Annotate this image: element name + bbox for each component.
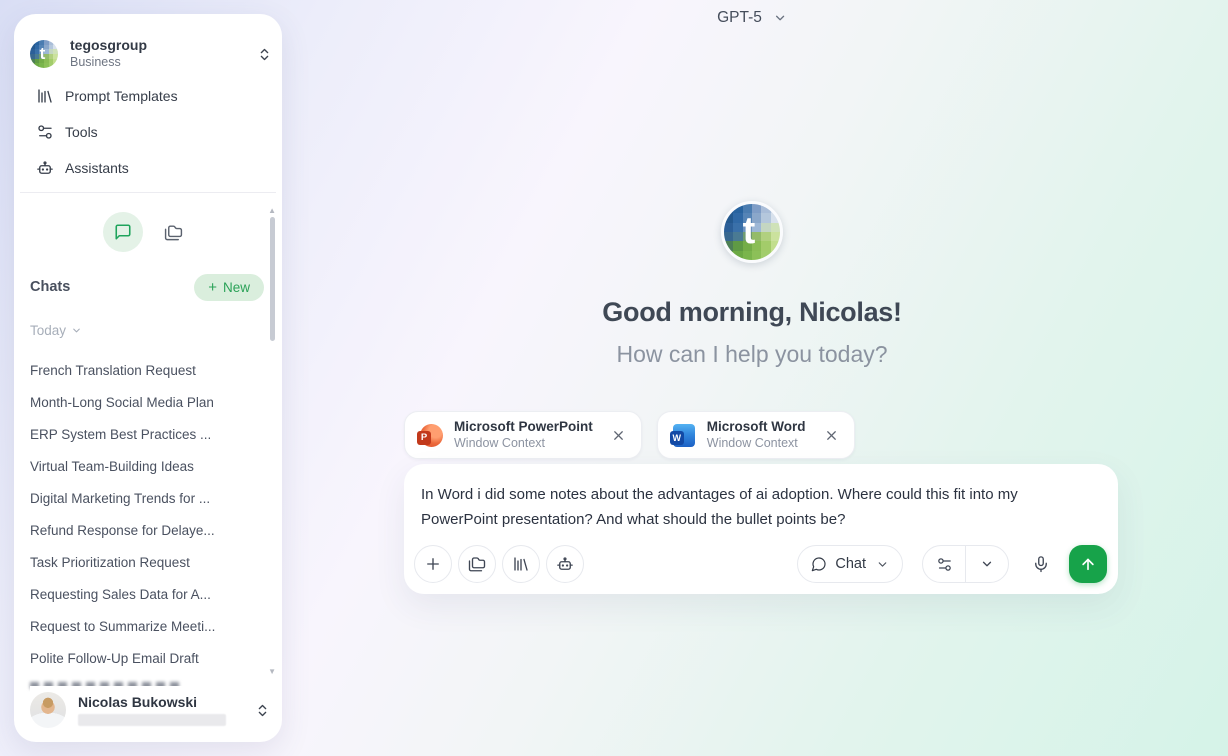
close-icon[interactable]: [609, 425, 629, 445]
chevrons-up-down-icon[interactable]: [257, 47, 272, 62]
options-dropdown-button[interactable]: [966, 546, 1008, 582]
context-chips: P Microsoft PowerPoint Window Context W …: [404, 411, 855, 459]
word-icon: W: [670, 422, 697, 449]
plus-icon: +: [208, 280, 217, 295]
sidebar-divider: [20, 192, 276, 193]
sidebar-item-assistants[interactable]: Assistants: [30, 150, 270, 186]
main-area: GPT-5 t Good morning, Nicolas! How can I…: [276, 0, 1228, 756]
chat-list: French Translation RequestMonth-Long Soc…: [30, 354, 270, 674]
chevron-down-icon: [71, 325, 82, 336]
context-chip-powerpoint[interactable]: P Microsoft PowerPoint Window Context: [404, 411, 642, 459]
view-toggle: [103, 212, 189, 252]
chevron-down-icon: [980, 557, 994, 571]
robot-icon: [36, 159, 54, 177]
sidebar: t tegosgroup Business Prompt Templates: [14, 14, 282, 742]
chat-list-item[interactable]: Polite Follow-Up Email Draft: [30, 642, 270, 674]
send-button[interactable]: [1069, 545, 1107, 583]
plus-icon: [424, 555, 442, 573]
assistants-button[interactable]: [546, 545, 584, 583]
greeting-subtitle: How can I help you today?: [276, 341, 1228, 368]
mode-label: Chat: [835, 556, 866, 572]
robot-icon: [556, 555, 574, 573]
microphone-icon: [1032, 555, 1050, 573]
mode-selector[interactable]: Chat: [797, 545, 903, 583]
arrow-up-icon: [1079, 555, 1097, 573]
chats-title: Chats: [30, 279, 70, 295]
chip-subtitle: Window Context: [454, 436, 593, 451]
chat-list-item[interactable]: Refund Response for Delaye...: [30, 514, 270, 546]
chat-bubble-icon: [811, 556, 827, 572]
folders-button[interactable]: [458, 545, 496, 583]
workspace-logo: t: [30, 40, 58, 68]
chat-list-item[interactable]: Virtual Team-Building Ideas: [30, 450, 270, 482]
profile-email-redacted: [78, 714, 226, 726]
sidebar-item-tools[interactable]: Tools: [30, 114, 270, 150]
logo-letter: t: [30, 40, 58, 68]
sliders-icon: [936, 556, 953, 573]
folders-icon: [164, 223, 183, 242]
scroll-up-arrow[interactable]: ▲: [268, 206, 276, 215]
brand-logo: t: [721, 201, 783, 263]
chat-list-item[interactable]: French Translation Request: [30, 354, 270, 386]
new-chat-button[interactable]: + New: [194, 274, 264, 301]
chat-list-item[interactable]: ERP System Best Practices ...: [30, 418, 270, 450]
chevrons-up-down-icon[interactable]: [255, 703, 270, 718]
chevron-down-icon: [773, 11, 787, 25]
sliders-icon: [36, 123, 54, 141]
profile-row[interactable]: Nicolas Bukowski: [30, 686, 270, 734]
chat-list-item[interactable]: Requesting Sales Data for A...: [30, 578, 270, 610]
model-name: GPT-5: [717, 9, 762, 27]
chat-list-item[interactable]: Digital Marketing Trends for ...: [30, 482, 270, 514]
sidebar-item-label: Prompt Templates: [65, 88, 178, 104]
prompt-templates-button[interactable]: [502, 545, 540, 583]
sidebar-menu: Prompt Templates Tools Assistants: [30, 78, 270, 186]
context-chip-word[interactable]: W Microsoft Word Window Context: [657, 411, 855, 459]
library-icon: [512, 555, 530, 573]
greeting-title: Good morning, Nicolas!: [276, 297, 1228, 328]
chat-bubble-icon: [114, 223, 132, 241]
model-selector[interactable]: GPT-5: [717, 9, 787, 27]
composer: In Word i did some notes about the advan…: [404, 464, 1118, 594]
sidebar-item-label: Assistants: [65, 160, 129, 176]
chip-title: Microsoft PowerPoint: [454, 419, 593, 435]
app-background: t tegosgroup Business Prompt Templates: [0, 0, 1228, 756]
sidebar-item-label: Tools: [65, 124, 98, 140]
composer-toolbar: Chat: [414, 545, 1107, 583]
chat-list-item[interactable]: Month-Long Social Media Plan: [30, 386, 270, 418]
workspace-plan: Business: [70, 55, 147, 71]
folders-view-button[interactable]: [157, 212, 189, 252]
library-icon: [36, 87, 54, 105]
settings-sliders-button[interactable]: [923, 546, 965, 582]
chats-view-button[interactable]: [103, 212, 143, 252]
chat-group-today[interactable]: Today: [30, 323, 82, 338]
workspace-name: tegosgroup: [70, 37, 147, 55]
logo-letter: t: [724, 204, 780, 260]
chats-header: Chats + New: [30, 273, 264, 301]
workspace-switcher[interactable]: t tegosgroup Business: [30, 32, 272, 76]
sidebar-scrollbar[interactable]: [270, 217, 275, 341]
chat-list-item[interactable]: Task Prioritization Request: [30, 546, 270, 578]
powerpoint-icon: P: [417, 422, 444, 449]
attach-button[interactable]: [414, 545, 452, 583]
chip-subtitle: Window Context: [707, 436, 806, 451]
chip-title: Microsoft Word: [707, 419, 806, 435]
chevron-down-icon: [876, 558, 889, 571]
chat-list-item[interactable]: Request to Summarize Meeti...: [30, 610, 270, 642]
sidebar-item-prompt-templates[interactable]: Prompt Templates: [30, 78, 270, 114]
close-icon[interactable]: [822, 425, 842, 445]
mic-button[interactable]: [1023, 545, 1059, 583]
folders-icon: [468, 555, 486, 573]
message-input[interactable]: In Word i did some notes about the advan…: [421, 482, 1098, 532]
options-split-button: [922, 545, 1009, 583]
avatar: [30, 692, 66, 728]
profile-name: Nicolas Bukowski: [78, 694, 226, 710]
